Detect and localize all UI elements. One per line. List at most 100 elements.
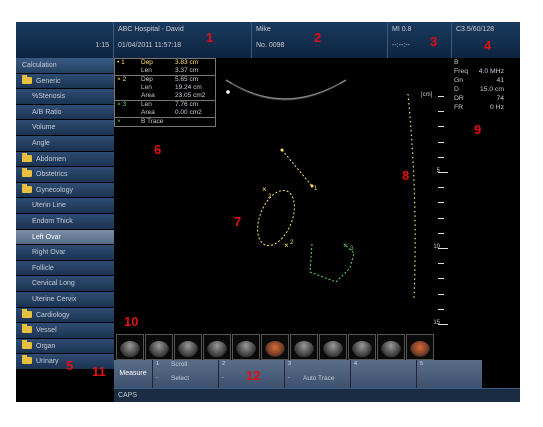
ruler-label: 10 — [433, 244, 440, 250]
sidebar-item-left-ovar[interactable]: Left Ovar — [16, 229, 114, 246]
sidebar-item-volume[interactable]: Volume — [16, 120, 114, 136]
folder-icon — [22, 308, 32, 318]
cine-thumbnail[interactable] — [348, 334, 376, 360]
sidebar-item-vessel[interactable]: Vessel — [16, 323, 114, 339]
ruler-label: 15 — [433, 320, 440, 326]
sidebar-item-cardiology[interactable]: Cardiology — [16, 307, 114, 324]
param-key: DR — [454, 95, 464, 102]
softkey-bottom-label: Auto Trace — [303, 375, 335, 382]
folder-icon — [22, 74, 32, 84]
measure-button[interactable]: Measure — [114, 360, 152, 388]
sidebar-item-obstetrics[interactable]: Obstetrics — [16, 167, 114, 183]
cine-thumbnail[interactable] — [174, 334, 202, 360]
sidebar-item-label: Organ — [36, 342, 56, 350]
sidebar-item-label: Cervical Long — [32, 280, 75, 288]
callout-3: 3 — [430, 34, 438, 49]
sidebar-item-right-ovar[interactable]: Right Ovar — [16, 245, 114, 261]
depth-ruler: 5 10 15 — [433, 92, 452, 328]
focus-marker — [226, 90, 230, 94]
sidebar-item-cervical-long[interactable]: Cervical Long — [16, 276, 114, 292]
ruler-tick — [438, 232, 444, 234]
depth-dotted-line — [407, 93, 416, 299]
folder-icon — [22, 183, 32, 193]
thumbnail-scan — [120, 341, 140, 357]
sidebar-item-angle[interactable]: Angle — [16, 135, 114, 152]
m3-num: × 3 — [117, 101, 127, 108]
marker-label-3: 3 — [350, 246, 354, 252]
sidebar-item-organ[interactable]: Organ — [16, 338, 114, 355]
softkey-top-label: Scroll — [171, 361, 188, 368]
callout-2: 2 — [314, 30, 322, 45]
caps-indicator: CAPS — [118, 392, 138, 399]
sidebar-item-label: Uterin Line — [32, 202, 66, 210]
sidebar-item-calculation[interactable]: Calculation — [16, 58, 114, 74]
sidebar-item-label: A/B Ratio — [32, 108, 62, 116]
sidebar-item-label: Calculation — [22, 62, 57, 69]
cine-thumbnail[interactable] — [261, 334, 289, 360]
folder-icon — [22, 168, 32, 178]
ruler-tick — [438, 187, 444, 189]
sidebar-item-label: Urinary — [36, 358, 59, 366]
cine-thumbnail[interactable] — [377, 334, 405, 360]
param-value: 4.0 MHz — [478, 68, 504, 75]
cine-thumbnail[interactable] — [319, 334, 347, 360]
ruler-tick — [438, 141, 444, 143]
sidebar-item-stenosis[interactable]: %Stenosis — [16, 89, 114, 105]
sidebar-item-label: Volume — [32, 124, 56, 132]
exam-datetime: 01/04/2011 11:57:18 — [118, 42, 182, 49]
mi-sub: --:--:-- — [392, 42, 410, 49]
m4-marker: × — [117, 118, 121, 125]
folder-icon — [22, 152, 32, 162]
sidebar-item-label: Right Ovar — [32, 249, 66, 257]
patient-name: ABC Hospital - David — [118, 26, 184, 33]
cine-thumbnail[interactable] — [145, 334, 173, 360]
header-patient[interactable]: ABC Hospital - David 01/04/2011 11:57:18 — [114, 22, 252, 58]
ruler-tick — [438, 111, 444, 113]
sidebar-item-label: Obstetrics — [36, 171, 68, 179]
b-trace-label: B Trace — [141, 118, 164, 125]
param-value: 0 Hz — [490, 104, 504, 111]
sidebar-item-a-b-ratio[interactable]: A/B Ratio — [16, 104, 114, 121]
sidebar-item-label: Angle — [32, 139, 50, 147]
cine-thumbnail[interactable] — [290, 334, 318, 360]
thumbnail-scan — [178, 341, 198, 357]
sidebar-item-abdomen[interactable]: Abdomen — [16, 151, 114, 168]
thumbnail-scan — [236, 341, 256, 357]
param-key: Freq — [454, 68, 468, 75]
sidebar-item-label: Gynecology — [36, 186, 73, 194]
study-number: No. 0098 — [256, 42, 285, 49]
softkey-3[interactable]: 3 - Auto Trace — [284, 360, 350, 388]
ruler-tick — [438, 308, 444, 310]
softkey-number: 1 — [156, 361, 160, 367]
marker-label-2b: 2 — [290, 240, 294, 246]
sidebar-item-gynecology[interactable]: Gynecology — [16, 182, 114, 199]
ruler-tick — [438, 278, 444, 280]
mode-label: B — [454, 59, 459, 66]
status-bar: CAPS — [114, 388, 520, 402]
cine-thumbnail[interactable] — [203, 334, 231, 360]
cine-thumbnail[interactable] — [116, 334, 144, 360]
softkey-4[interactable]: 4 — [350, 360, 416, 388]
sidebar-item-endom-thick[interactable]: Endom Thick — [16, 213, 114, 230]
cine-thumbnails[interactable] — [114, 334, 451, 360]
sidebar-item-follicle[interactable]: Follicle — [16, 260, 114, 277]
ruler-tick — [438, 263, 444, 265]
softkey-1[interactable]: 1 Scroll - Select — [152, 360, 218, 388]
param-row: FR 0 Hz — [452, 103, 520, 112]
measure-3-marker: × — [343, 241, 348, 250]
softkey-dash: - — [288, 375, 290, 381]
ruler-tick — [438, 202, 444, 204]
calculation-menu: Calculation Generic %Stenosis A/B Ratio Volu… — [16, 58, 114, 370]
sidebar-item-generic[interactable]: Generic — [16, 73, 114, 90]
probe-arc-inner — [231, 83, 341, 101]
cine-thumbnail[interactable] — [406, 334, 434, 360]
cine-thumbnail[interactable] — [232, 334, 260, 360]
sidebar-item-label: %Stenosis — [32, 93, 66, 101]
sidebar-item-uterin-line[interactable]: Uterin Line — [16, 198, 114, 214]
softkey-number: 5 — [420, 361, 424, 367]
callout-5: 5 — [66, 358, 74, 373]
softkey-5[interactable]: 5 — [416, 360, 482, 388]
thumbnail-scan — [381, 341, 401, 357]
thumbnail-scan — [149, 341, 169, 357]
sidebar-item-uterine-cervix[interactable]: Uterine Cervix — [16, 291, 114, 308]
